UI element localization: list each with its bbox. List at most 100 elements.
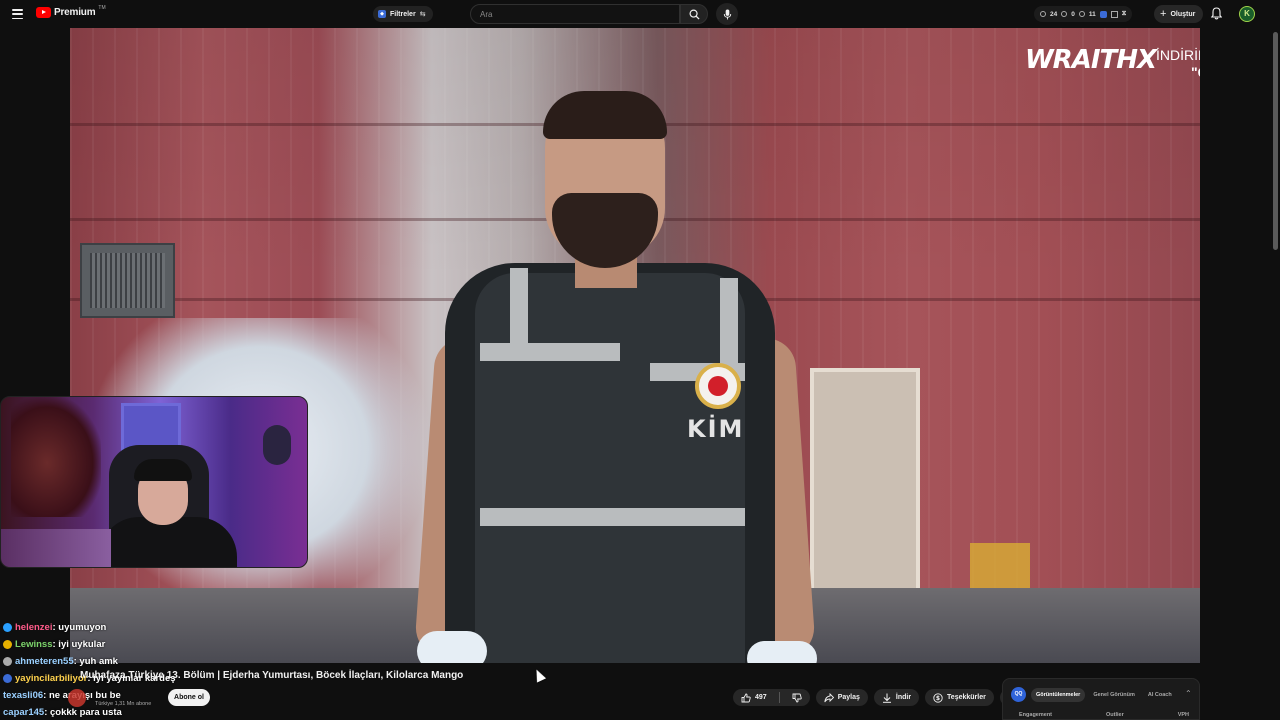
dislike-button[interactable] [784,689,810,706]
desk [1,529,111,567]
search-box[interactable] [470,4,680,24]
chat-message: ahmeteren55 : yuh amk [3,653,483,670]
user-avatar[interactable]: K [1239,6,1255,22]
eye-icon [1061,11,1068,17]
divider [778,692,780,703]
beard [552,193,658,268]
streamer-cap [134,459,192,481]
stat-a: 24 [1050,10,1058,18]
subscribe-button[interactable]: Abone ol [168,689,210,706]
thanks-button[interactable]: $ Teşekkürler [925,689,994,706]
share-button[interactable]: Paylaş [815,689,868,706]
like-button[interactable]: 497 [733,689,775,706]
download-label: İndir [895,694,912,701]
analytics-tabs: Görüntülenmeler Genel Görünüm AI Coach [1031,688,1177,702]
tab-overview[interactable]: Genel Görünüm [1088,688,1140,702]
sliders-icon: ⇆ [419,11,426,18]
video-actions: 497 Paylaş İndir $ Teşekkürler ⋯ [733,689,1017,706]
column-engagement: Engagement [1019,712,1053,718]
stat-c: 11 [1088,10,1096,18]
analytics-columns: Engagement Outlier VPH [1019,712,1189,718]
scrollbar-thumb[interactable] [1273,32,1278,250]
door-frame [810,368,920,608]
microphone-icon [723,8,731,20]
video-title: Muhafaza Türkiye 13. Bölüm | Ejderha Yum… [80,670,464,681]
chat-badge-icon [3,640,12,649]
filters-label: Filtreler [390,10,416,18]
yellow-box [970,543,1030,593]
thanks-label: Teşekkürler [947,694,986,701]
column-vph: VPH [1177,712,1189,718]
chat-message: Lewinss : iyi uykular [3,636,483,653]
search-button[interactable] [680,4,708,24]
chat-text: : yuh amk [73,656,118,667]
top-bar: Premium TM ◆ Filtreler ⇆ 24 0 11 ⧖ + Olu… [0,0,1280,28]
chat-username[interactable]: Lewinss [15,636,53,653]
subscriber-count: 1,31 Mn abone [114,701,152,707]
mouse-cursor [531,667,547,683]
analytics-panel: QQ Görüntülenmeler Genel Görünüm AI Coac… [1002,678,1200,720]
lamp [263,425,291,465]
search-icon [689,9,700,20]
column-outlier: Outlier [1105,712,1124,718]
share-label: Paylaş [837,694,860,701]
create-label: Oluştur [1170,10,1196,18]
chat-badge-icon [3,657,12,666]
chat-username[interactable]: texasli06 [3,687,43,704]
extension-icon-blue[interactable] [1099,10,1107,18]
chat-username[interactable]: ahmeteren55 [15,653,74,670]
download-button[interactable]: İndir [873,689,920,706]
create-button[interactable]: + Oluştur [1154,5,1204,23]
sponsor-overlay: WRAITHX İNDİRİM KODU: "QQ" [1025,45,1200,95]
person-in-vest: KİM [413,91,817,663]
chat-username[interactable]: capar145 [3,704,44,720]
extension-stats[interactable]: 24 0 11 ⧖ [1034,6,1133,22]
chat-text: : uyumuyon [52,622,107,633]
discount-code-label: İNDİRİM KODU: [1156,47,1200,63]
clock-icon [1040,11,1046,17]
collapse-chevron-icon[interactable]: ⌃ [1185,689,1192,698]
bookmark-icon[interactable] [1110,10,1118,18]
youtube-logo-icon [36,7,51,18]
channel-info[interactable]: Türkiye 1,31 Mn abone [95,701,151,707]
vest-lettering: KİM [687,415,745,443]
chat-username[interactable]: yayincilarbiliyor [15,670,87,687]
logo-text: Premium [54,7,96,18]
analytics-logo: QQ [1011,687,1026,702]
reflective-strip [510,268,528,358]
voice-search-button[interactable] [716,3,738,25]
filters-button[interactable]: ◆ Filtreler ⇆ [373,6,433,22]
page-scrollbar[interactable] [1271,28,1280,720]
circle-icon [1078,11,1085,17]
like-dislike-group: 497 [733,689,810,706]
stat-b: 0 [1071,10,1075,18]
reflective-strip [720,278,738,373]
share-icon [824,692,834,702]
chat-username[interactable]: helenzei [15,619,53,636]
extension-icon: ◆ [378,10,386,18]
hamburger-menu-icon[interactable] [12,9,23,19]
chat-badge-icon [3,674,12,683]
tab-views[interactable]: Görüntülenmeler [1031,688,1086,702]
chat-text: : iyi uykular [52,639,106,650]
thumbs-up-icon [741,693,751,702]
search-input[interactable] [480,9,660,19]
chat-message: helenzei : uyumuyon [3,619,483,636]
channel-avatar[interactable] [68,689,86,707]
youtube-premium-logo[interactable]: Premium TM [36,4,106,18]
right-glove [747,641,817,663]
svg-text:$: $ [936,695,940,702]
reflective-strip [480,508,745,526]
discount-code-value: "QQ" [1191,64,1200,80]
ac-unit [80,243,175,318]
notifications-bell-icon[interactable] [1210,7,1223,25]
tab-ai-coach[interactable]: AI Coach [1143,688,1177,702]
like-count: 497 [755,694,767,701]
plant [11,397,101,517]
chat-badge-icon [3,623,12,632]
logo-trademark: TM [98,4,106,11]
customs-emblem [695,363,741,409]
thumbs-down-icon [792,693,802,702]
hourglass-icon[interactable]: ⧖ [1122,10,1127,18]
plus-icon: + [1160,7,1167,20]
